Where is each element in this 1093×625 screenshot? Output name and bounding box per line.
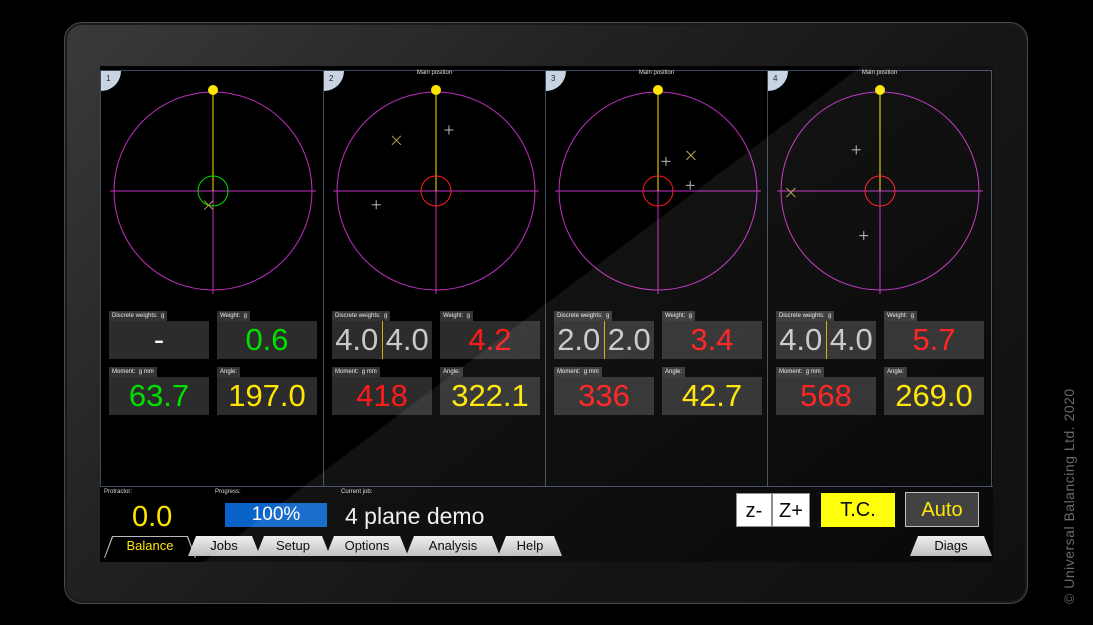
main-position-marker — [875, 85, 885, 95]
angle-label: Angle: — [662, 367, 686, 377]
angle-label: Angle: — [884, 367, 908, 377]
weight-box: Weight: g 5.7 — [884, 311, 984, 359]
discrete-weights-value: 4.0 4.0 — [332, 321, 432, 359]
weight-value: 3.4 — [662, 321, 762, 359]
moment-value: 568 — [776, 377, 876, 415]
plane-panel-4[interactable]: 4 Main position Discrete weights: g 4.0 4… — [767, 70, 992, 486]
progress-label: Progress: — [215, 489, 241, 495]
progress-value: 100% — [251, 504, 301, 525]
tab-options[interactable]: Options — [326, 536, 408, 556]
moment-value: 63.7 — [109, 377, 209, 415]
tab-bar: Balance Jobs Setup Options Analysis Help… — [100, 536, 993, 562]
weight-box: Weight: g 4.2 — [440, 311, 540, 359]
plane-caption: Main position — [416, 70, 453, 76]
tab-balance[interactable]: Balance — [105, 536, 195, 558]
tab-jobs[interactable]: Jobs — [188, 536, 260, 556]
discrete-weight-a: 2.0 — [554, 321, 605, 359]
polar-plot[interactable] — [774, 79, 984, 301]
protractor-label: Protractor: — [104, 489, 133, 495]
weight-label: Weight: g — [884, 311, 917, 321]
moment-value: 336 — [554, 377, 654, 415]
weight-box: Weight: g 0.6 — [217, 311, 317, 359]
tc-button[interactable]: T.C. — [821, 493, 895, 527]
moment-label: Moment: g mm — [109, 367, 157, 377]
polar-plot[interactable] — [552, 79, 762, 301]
discrete-weights-box: Discrete weights: g 4.0 4.0 — [332, 311, 432, 359]
copyright-text: © Universal Balancing Ltd. 2020 — [1061, 388, 1077, 604]
weight-value: 0.6 — [217, 321, 317, 359]
discrete-weight-b: 4.0 — [829, 322, 873, 357]
tab-diags[interactable]: Diags — [910, 536, 992, 556]
balancing-planes: 1 Discrete weights: g - Weight: g 0.6 Mo… — [100, 70, 993, 486]
z-minus-button[interactable]: z- — [736, 493, 772, 527]
discrete-weight-a: 4.0 — [332, 321, 383, 359]
angle-box: Angle: 42.7 — [662, 367, 762, 415]
discrete-weights-box: Discrete weights: g 4.0 4.0 — [776, 311, 876, 359]
angle-box: Angle: 269.0 — [884, 367, 984, 415]
plane-caption: Main position — [861, 70, 898, 76]
polar-plot[interactable] — [330, 79, 540, 301]
weight-value: 4.2 — [440, 321, 540, 359]
discrete-weight-b: 2.0 — [607, 322, 651, 357]
weight-label: Weight: g — [440, 311, 473, 321]
moment-label: Moment: g mm — [776, 367, 824, 377]
angle-value: 42.7 — [662, 377, 762, 415]
hmi-screen: 1 Discrete weights: g - Weight: g 0.6 Mo… — [100, 66, 993, 562]
moment-box: Moment: g mm 568 — [776, 367, 876, 415]
discrete-weights-value: - — [109, 321, 209, 359]
angle-value: 322.1 — [440, 377, 540, 415]
discrete-weights-box: Discrete weights: g - — [109, 311, 209, 359]
moment-box: Moment: g mm 336 — [554, 367, 654, 415]
discrete-weights-box: Discrete weights: g 2.0 2.0 — [554, 311, 654, 359]
weight-box: Weight: g 3.4 — [662, 311, 762, 359]
discrete-weight-a: 4.0 — [776, 321, 827, 359]
plane-caption: Main position — [638, 70, 675, 76]
angle-box: Angle: 322.1 — [440, 367, 540, 415]
moment-label: Moment: g mm — [554, 367, 602, 377]
weight-label: Weight: g — [662, 311, 695, 321]
weight-label: Weight: g — [217, 311, 250, 321]
angle-value: 269.0 — [884, 377, 984, 415]
main-position-marker — [431, 85, 441, 95]
z-plus-button[interactable]: Z+ — [772, 493, 810, 527]
discrete-weights-value: 4.0 4.0 — [776, 321, 876, 359]
angle-box: Angle: 197.0 — [217, 367, 317, 415]
moment-label: Moment: g mm — [332, 367, 380, 377]
main-position-marker — [208, 85, 218, 95]
plane-panel-1[interactable]: 1 Discrete weights: g - Weight: g 0.6 Mo… — [100, 70, 323, 486]
weight-value: 5.7 — [884, 321, 984, 359]
discrete-weights-label: Discrete weights: g — [776, 311, 835, 321]
discrete-weights-value: 2.0 2.0 — [554, 321, 654, 359]
current-job-name: 4 plane demo — [345, 503, 485, 529]
current-job-label: Current job: — [341, 489, 373, 495]
angle-label: Angle: — [440, 367, 464, 377]
protractor-value: 0.0 — [132, 501, 173, 533]
moment-box: Moment: g mm 418 — [332, 367, 432, 415]
plane-panel-2[interactable]: 2 Main position Discrete weights: g 4.0 4… — [323, 70, 545, 486]
discrete-weights-label: Discrete weights: g — [332, 311, 391, 321]
main-position-marker — [653, 85, 663, 95]
tab-help[interactable]: Help — [498, 536, 562, 556]
moment-box: Moment: g mm 63.7 — [109, 367, 209, 415]
auto-button[interactable]: Auto — [905, 492, 979, 527]
polar-plot[interactable] — [107, 79, 317, 301]
discrete-weights-label: Discrete weights: g — [554, 311, 613, 321]
discrete-weight-b: 4.0 — [385, 322, 429, 357]
angle-value: 197.0 — [217, 377, 317, 415]
tab-analysis[interactable]: Analysis — [406, 536, 500, 556]
angle-label: Angle: — [217, 367, 241, 377]
tab-setup[interactable]: Setup — [256, 536, 330, 556]
plane-panel-3[interactable]: 3 Main position Discrete weights: g 2.0 2… — [545, 70, 767, 486]
discrete-weights-label: Discrete weights: g — [109, 311, 168, 321]
progress-bar: 100% — [225, 503, 327, 527]
moment-value: 418 — [332, 377, 432, 415]
